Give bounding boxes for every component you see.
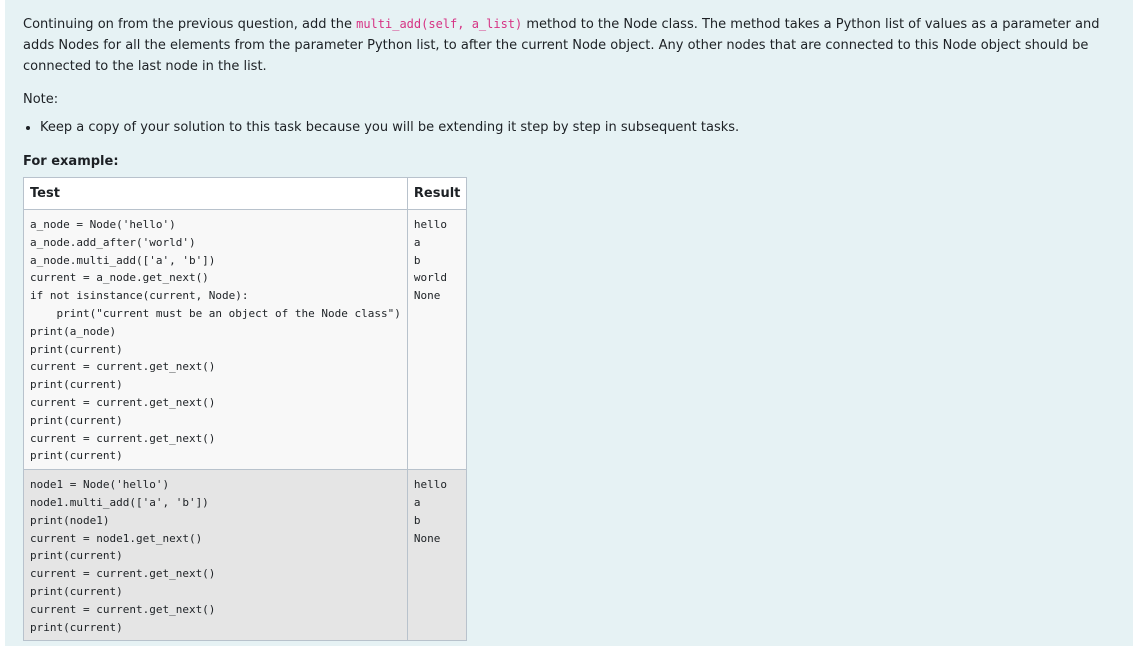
example-row: node1 = Node('hello') node1.multi_add(['…: [23, 469, 468, 642]
example-heading: For example:: [23, 154, 119, 169]
examples-header-row: Test Result: [23, 177, 468, 210]
test-code: node1 = Node('hello') node1.multi_add(['…: [30, 478, 216, 634]
question-description: Continuing on from the previous question…: [23, 14, 1118, 77]
test-cell: a_node = Node('hello') a_node.add_after(…: [23, 208, 408, 471]
result-cell: hello a b world None: [406, 208, 468, 471]
question-text-panel: Continuing on from the previous question…: [5, 0, 1133, 646]
result-output: hello a b world None: [413, 218, 447, 303]
test-column-header: Test: [23, 177, 408, 210]
note-label: Note:: [23, 92, 59, 107]
method-signature-code: multi_add(self, a_list): [356, 17, 523, 31]
result-cell: hello a b None: [406, 469, 468, 642]
example-row: a_node = Node('hello') a_node.add_after(…: [23, 208, 468, 471]
test-code: a_node = Node('hello') a_node.add_after(…: [30, 218, 401, 463]
question-text-before: Continuing on from the previous question…: [23, 17, 357, 32]
result-column-header: Result: [406, 177, 468, 210]
note-bullet-item: Keep a copy of your solution to this tas…: [40, 119, 1115, 137]
test-cell: node1 = Node('hello') node1.multi_add(['…: [23, 469, 408, 642]
examples-table: Test Result a_node = Node('hello') a_nod…: [23, 177, 468, 642]
result-output: hello a b None: [413, 478, 447, 545]
note-bullet-list: Keep a copy of your solution to this tas…: [23, 119, 1115, 137]
